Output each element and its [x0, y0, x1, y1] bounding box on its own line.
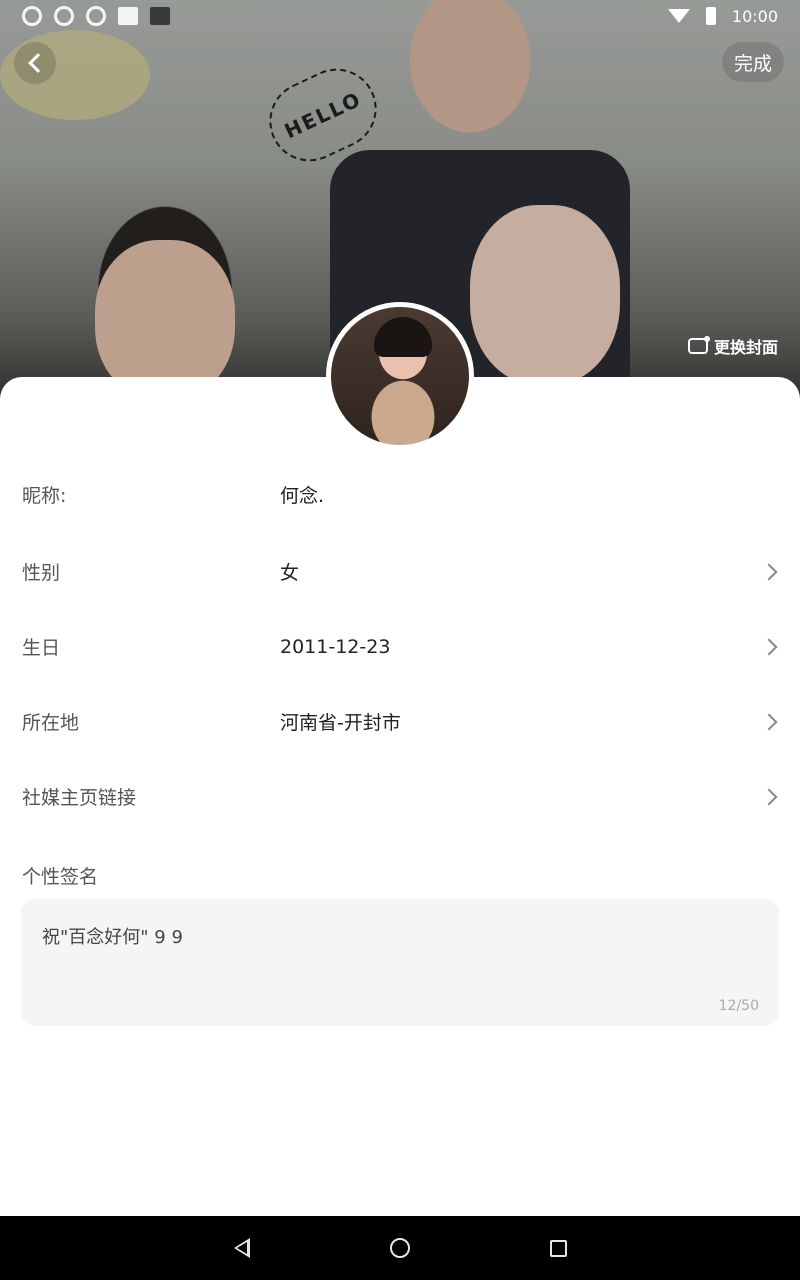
chevron-right-icon — [760, 563, 778, 580]
field-value: 女 — [280, 562, 300, 584]
field-nickname[interactable]: 昵称: 何念. — [0, 457, 800, 532]
app-icon — [150, 7, 170, 25]
field-birthday[interactable]: 生日 2011-12-23 — [0, 609, 800, 684]
status-time: 10:00 — [731, 6, 778, 26]
signature-label: 个性签名 — [22, 866, 99, 888]
back-button[interactable] — [14, 42, 56, 84]
nav-home-icon[interactable] — [389, 1238, 410, 1258]
signature-input[interactable]: 祝"百念好何" 9 9 12/50 — [21, 899, 779, 1026]
nav-back-icon[interactable] — [233, 1238, 250, 1258]
field-value: 2011-12-23 — [280, 635, 391, 658]
done-button[interactable]: 完成 — [721, 42, 784, 82]
image-swap-icon — [687, 336, 710, 354]
chevron-right-icon — [760, 713, 778, 730]
image-icon — [118, 7, 138, 25]
change-cover-button[interactable]: 更换封面 — [687, 334, 778, 358]
field-label: 性别 — [22, 562, 61, 584]
field-gender[interactable]: 性别 女 — [0, 534, 800, 609]
nav-recents-icon[interactable] — [549, 1239, 567, 1257]
battery-icon — [705, 7, 716, 25]
chevron-right-icon — [760, 638, 778, 655]
field-value[interactable]: 何念. — [280, 481, 324, 508]
system-nav-bar — [0, 1216, 800, 1280]
wifi-icon — [667, 9, 690, 23]
avatar[interactable] — [326, 302, 474, 450]
field-social-link[interactable]: 社媒主页链接 — [0, 759, 800, 834]
notification-icon — [22, 6, 42, 26]
notification-icon — [86, 6, 106, 26]
chevron-right-icon — [760, 788, 778, 805]
field-label: 所在地 — [22, 712, 80, 734]
notification-icon — [54, 6, 74, 26]
field-label: 昵称: — [22, 485, 67, 507]
change-cover-label: 更换封面 — [713, 338, 778, 357]
signature-char-counter: 12/50 — [718, 998, 759, 1014]
field-label: 社媒主页链接 — [22, 787, 137, 809]
field-value: 河南省-开封市 — [280, 712, 401, 734]
field-location[interactable]: 所在地 河南省-开封市 — [0, 684, 800, 759]
status-bar: 10:00 — [0, 0, 800, 32]
field-label: 生日 — [22, 637, 61, 659]
back-arrow-icon — [28, 53, 48, 73]
signature-text: 祝"百念好何" 9 9 — [42, 927, 183, 948]
